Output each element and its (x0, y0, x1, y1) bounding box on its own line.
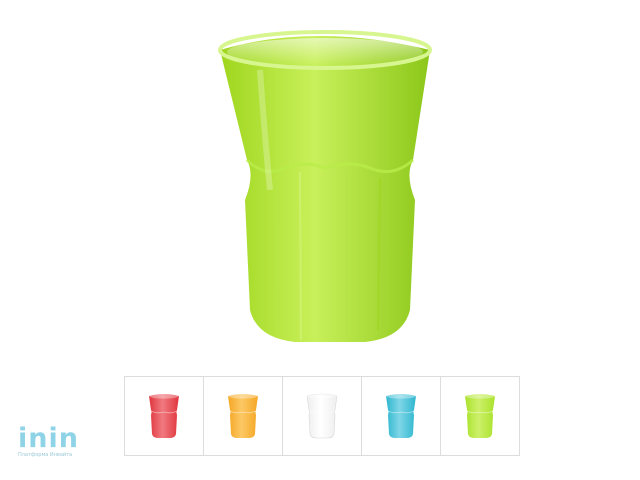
logo-wordmark: inin (18, 423, 79, 454)
color-thumbnail-strip (124, 376, 520, 456)
product-gallery: inin Платформа Инвайта (0, 0, 640, 480)
cup-icon (228, 393, 258, 438)
logo-tagline: Платформа Инвайта (18, 452, 73, 458)
cup-icon (149, 393, 179, 438)
brand-logo[interactable]: inin Платформа Инвайта (18, 423, 98, 466)
thumbnail-orange[interactable] (204, 377, 283, 455)
cup-icon (306, 393, 338, 439)
thumbnail-clear[interactable] (283, 377, 362, 455)
cup-icon (465, 393, 495, 438)
tumbler-cup-image (218, 30, 432, 342)
thumbnail-blue[interactable] (362, 377, 441, 455)
cup-icon (386, 393, 416, 438)
thumbnail-green[interactable] (441, 377, 519, 455)
main-product-image[interactable] (165, 0, 470, 360)
thumbnail-red[interactable] (125, 377, 204, 455)
